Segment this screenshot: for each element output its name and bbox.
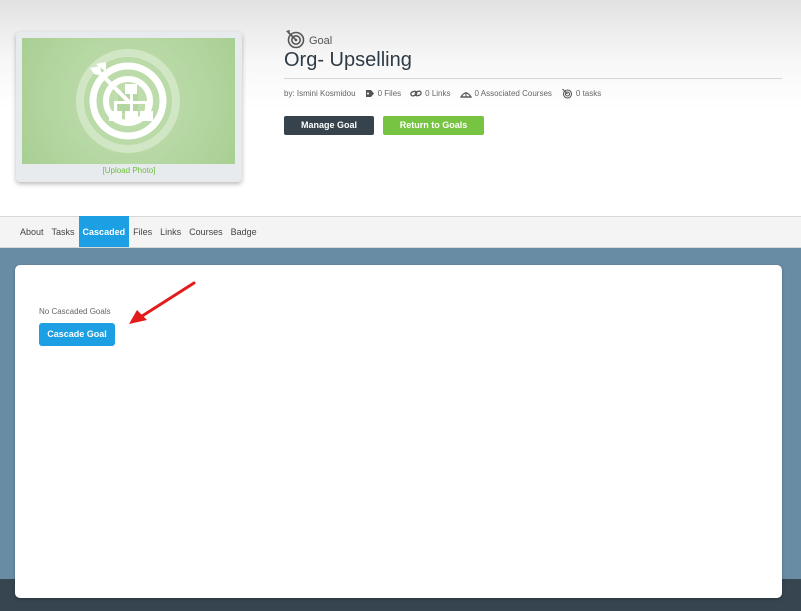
meta-tasks-label: 0 tasks — [575, 88, 602, 98]
courses-icon — [459, 91, 472, 98]
goal-photo-card: [Upload Photo] — [16, 32, 242, 182]
meta-courses-label: 0 Associated Courses — [474, 88, 552, 98]
goal-header: [Upload Photo] Goal Org- Upselling by: I… — [0, 0, 801, 216]
manage-goal-button[interactable]: Manage Goal — [284, 116, 374, 135]
return-to-goals-button[interactable]: Return to Goals — [383, 116, 484, 135]
tab-badge[interactable]: Badge — [227, 216, 261, 247]
goal-type-row: Goal — [285, 29, 333, 51]
meta-files-label: 0 Files — [377, 88, 402, 98]
tab-files[interactable]: Files — [129, 216, 156, 247]
meta-tasks: 0 tasks — [561, 88, 601, 99]
tab-cascaded[interactable]: Cascaded — [78, 216, 130, 247]
meta-author: by: Ismini Kosmidou — [284, 88, 356, 98]
tab-links[interactable]: Links — [156, 216, 185, 247]
tab-about[interactable]: About — [16, 216, 48, 247]
goal-meta-row: by: Ismini Kosmidou 0 Files 0 Links 0 As… — [284, 86, 610, 100]
goal-hierarchy-icon — [76, 49, 180, 153]
meta-links: 0 Links — [410, 88, 451, 98]
goal-photo[interactable] — [22, 38, 235, 164]
annotation-arrow-icon — [129, 281, 196, 324]
goal-tabs: About Tasks Cascaded Files Links Courses… — [0, 216, 801, 248]
tasks-target-icon — [562, 88, 572, 99]
upload-photo-link[interactable]: [Upload Photo] — [16, 166, 242, 175]
page-title: Org- Upselling — [284, 49, 412, 71]
empty-state-text: No Cascaded Goals — [39, 307, 111, 316]
title-divider — [284, 78, 782, 79]
tab-courses[interactable]: Courses — [185, 216, 227, 247]
link-icon — [410, 89, 422, 97]
goal-type-label: Goal — [309, 35, 333, 47]
tag-icon — [365, 89, 374, 97]
tab-tasks[interactable]: Tasks — [48, 216, 79, 247]
cascade-goal-button[interactable]: Cascade Goal — [39, 323, 115, 346]
meta-courses: 0 Associated Courses — [459, 88, 552, 98]
meta-links-label: 0 Links — [425, 88, 451, 98]
meta-files: 0 Files — [365, 88, 402, 98]
